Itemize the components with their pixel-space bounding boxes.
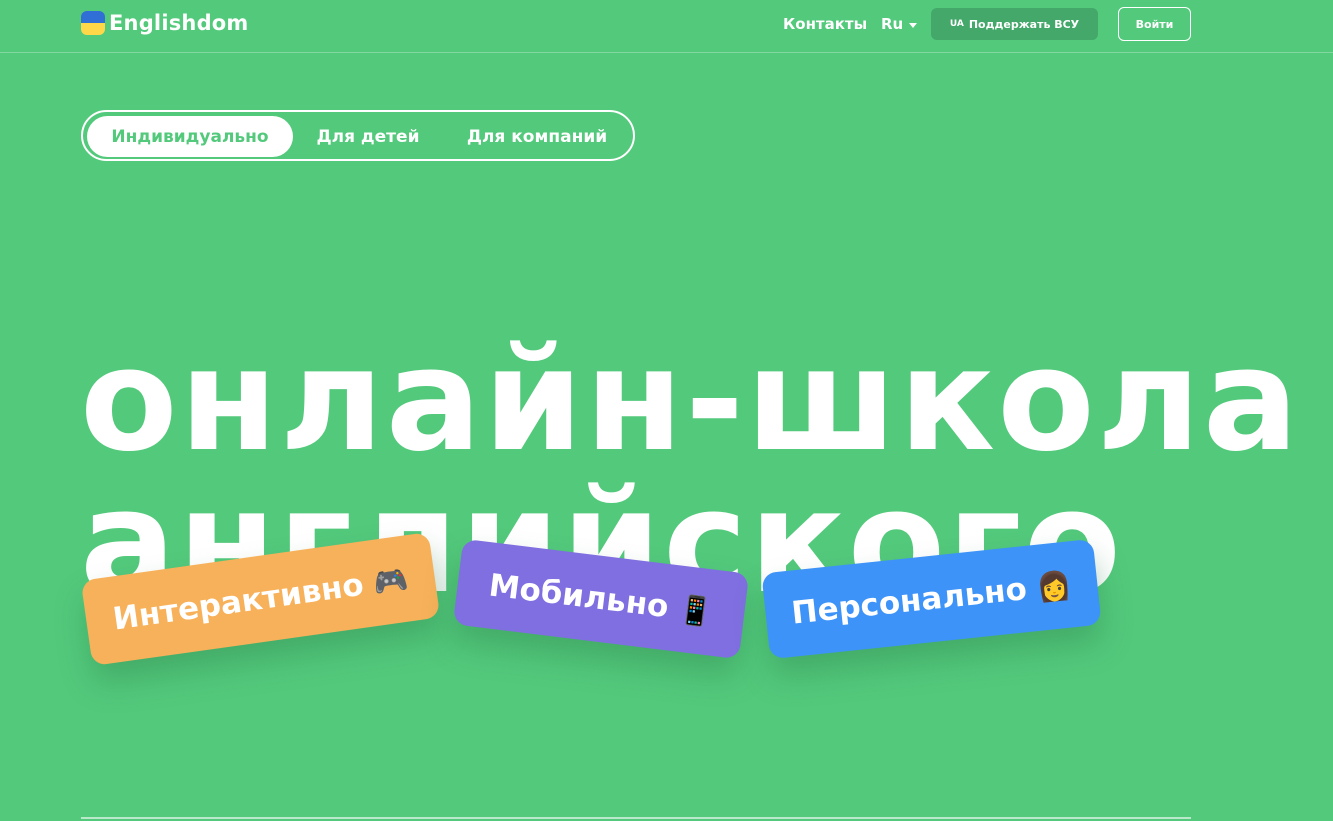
phone-icon: 📱 [676,592,715,630]
hero-line-1: онлайн-школа [80,318,1301,483]
section-divider [81,817,1191,819]
tab-companies[interactable]: Для компаний [449,116,625,157]
ua-prefix: UA [949,19,964,29]
person-icon: 👩 [1034,567,1073,605]
tab-individual[interactable]: Индивидуально [87,116,293,157]
audience-tabs: Индивидуально Для детей Для компаний [81,110,635,161]
login-button[interactable]: Войти [1118,7,1191,41]
logo-text: Englishdom [109,11,249,35]
card-label: Интерактивно [110,566,366,638]
tab-kids[interactable]: Для детей [301,116,435,157]
logo[interactable]: Englishdom [81,11,249,35]
language-selector[interactable]: Ru [881,15,918,33]
language-label: Ru [881,15,904,33]
ukraine-flag-icon [81,11,105,35]
support-button-label: Поддержать ВСУ [968,17,1080,31]
chevron-down-icon [909,22,918,28]
nav-link-contacts[interactable]: Контакты [783,15,867,33]
card-label: Мобильно [486,567,671,626]
support-button[interactable]: UA Поддержать ВСУ [931,8,1098,40]
gamepad-icon: 🎮 [370,561,411,600]
card-label: Персонально [789,571,1029,632]
site-header: Englishdom Контакты Ru UA Поддержать ВСУ… [0,0,1333,53]
